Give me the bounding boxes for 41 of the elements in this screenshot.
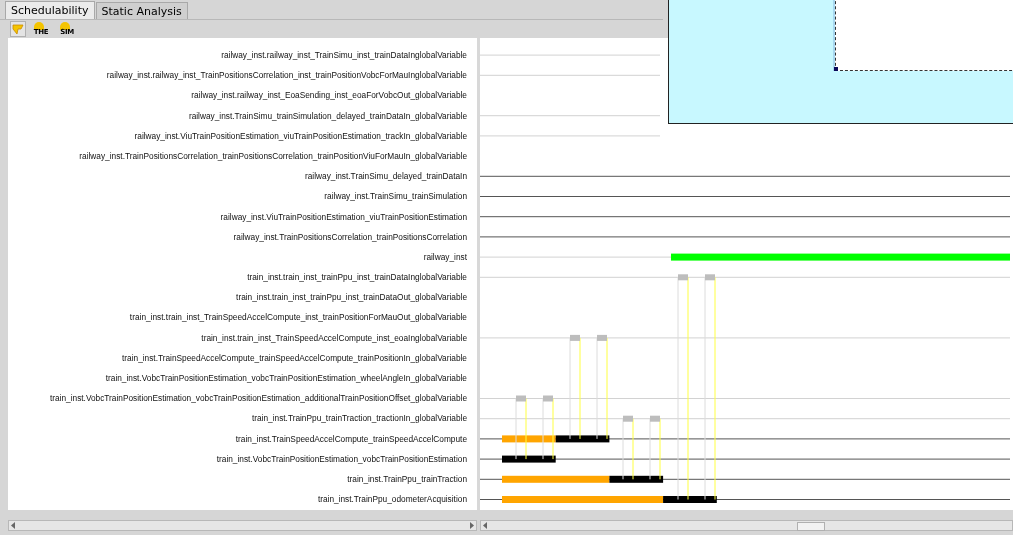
- horizontal-scrollbar[interactable]: [479, 520, 1013, 531]
- execution-bar: [609, 475, 664, 483]
- scroll-thumb[interactable]: [796, 522, 825, 531]
- horizontal-scrollbar[interactable]: [8, 520, 477, 531]
- pointer-button[interactable]: [10, 21, 26, 37]
- row-label: train_inst.TrainSpeedAccelCompute_trainSpeedAccelCompute_trainPositionIn_globalVariable: [122, 352, 467, 364]
- row-label: railway_inst.railway_inst_EoaSending_inst_eoaForVobcOut_globalVariable: [191, 90, 467, 102]
- execution-bar: [663, 496, 717, 503]
- row-label: railway_inst.ViuTrainPositionEstimation_viuTrainPositionEstimation: [220, 211, 467, 223]
- row-label: railway_inst.TrainSimu_delayed_trainDataIn: [304, 171, 467, 183]
- waiting-bar: [502, 435, 556, 443]
- row-label: railway_inst.TrainPositionsCorrelation_trainPositionsCorrelation: [233, 231, 467, 243]
- tab[interactable]: Static Analysis: [95, 2, 188, 19]
- access-event-drawing: [542, 395, 554, 460]
- access-event-drawing: [515, 395, 527, 460]
- access-event-drawing: [649, 415, 661, 480]
- resize-handle[interactable]: [834, 67, 838, 71]
- access-event-drawing: [622, 415, 634, 480]
- execution-bar: [555, 435, 610, 443]
- row-label: train_inst.VobcTrainPositionEstimation_vobcTrainPositionEstimation_wheelAngleIn_globalVariable: [105, 373, 467, 384]
- row-label: railway_inst.railway_inst_TrainSimu_inst_trainDataInglobalVariable: [221, 50, 467, 61]
- row-label: railway_inst.TrainSimu_trainSimulation: [324, 191, 467, 203]
- scroll-left-icon[interactable]: [480, 521, 490, 530]
- row-label: train_inst.train_inst_trainPpu_inst_trainDataOut_globalVariable: [236, 292, 467, 304]
- row-label: train_inst.TrainSpeedAccelCompute_trainSpeedAccelCompute: [235, 433, 467, 445]
- row-label: train_inst.train_inst_TrainSpeedAccelCompute_inst_eoaInglobalVariable: [201, 332, 467, 344]
- row-label: train_inst.TrainPpu_trainTraction: [347, 473, 467, 485]
- row-label: train_inst.train_inst_TrainSpeedAccelCompute_inst_trainPositionForMauOut_globalVariable: [129, 312, 467, 324]
- row-label: railway_inst: [423, 251, 467, 263]
- execution-bar: [502, 455, 556, 463]
- row-label: railway_inst.TrainSimu_trainSimulation_delayed_trainDataIn_globalVariable: [188, 110, 467, 122]
- row-label: train_inst.VobcTrainPositionEstimation_vobcTrainPositionEstimation_additionalTrainPositionOffset_globalVariable: [49, 393, 467, 405]
- row-label: train_inst.train_inst_trainPpu_inst_trainDataInglobalVariable: [247, 272, 467, 284]
- row-label: train_inst.VobcTrainPositionEstimation_vobcTrainPositionEstimation: [216, 453, 467, 465]
- row-label: railway_inst.ViuTrainPositionEstimation_viuTrainPositionEstimation_trackIn_globalVariable: [134, 130, 467, 142]
- row-label: train_inst.TrainPpu_odometerAcquisition: [317, 494, 467, 506]
- scroll-left-icon[interactable]: [9, 521, 18, 530]
- row-label: railway_inst.railway_inst_TrainPositionsCorrelation_inst_trainPositionVobcForMauInglobalVariable: [106, 70, 467, 82]
- row-label: railway_inst.TrainPositionsCorrelation_trainPositionsCorrelation_trainPositionViuForMauIn_globalVariable: [79, 150, 467, 162]
- tab[interactable]: Schedulability: [5, 1, 95, 19]
- row-label: train_inst.TrainPpu_trainTraction_tractionIn_globalVariable: [251, 413, 467, 425]
